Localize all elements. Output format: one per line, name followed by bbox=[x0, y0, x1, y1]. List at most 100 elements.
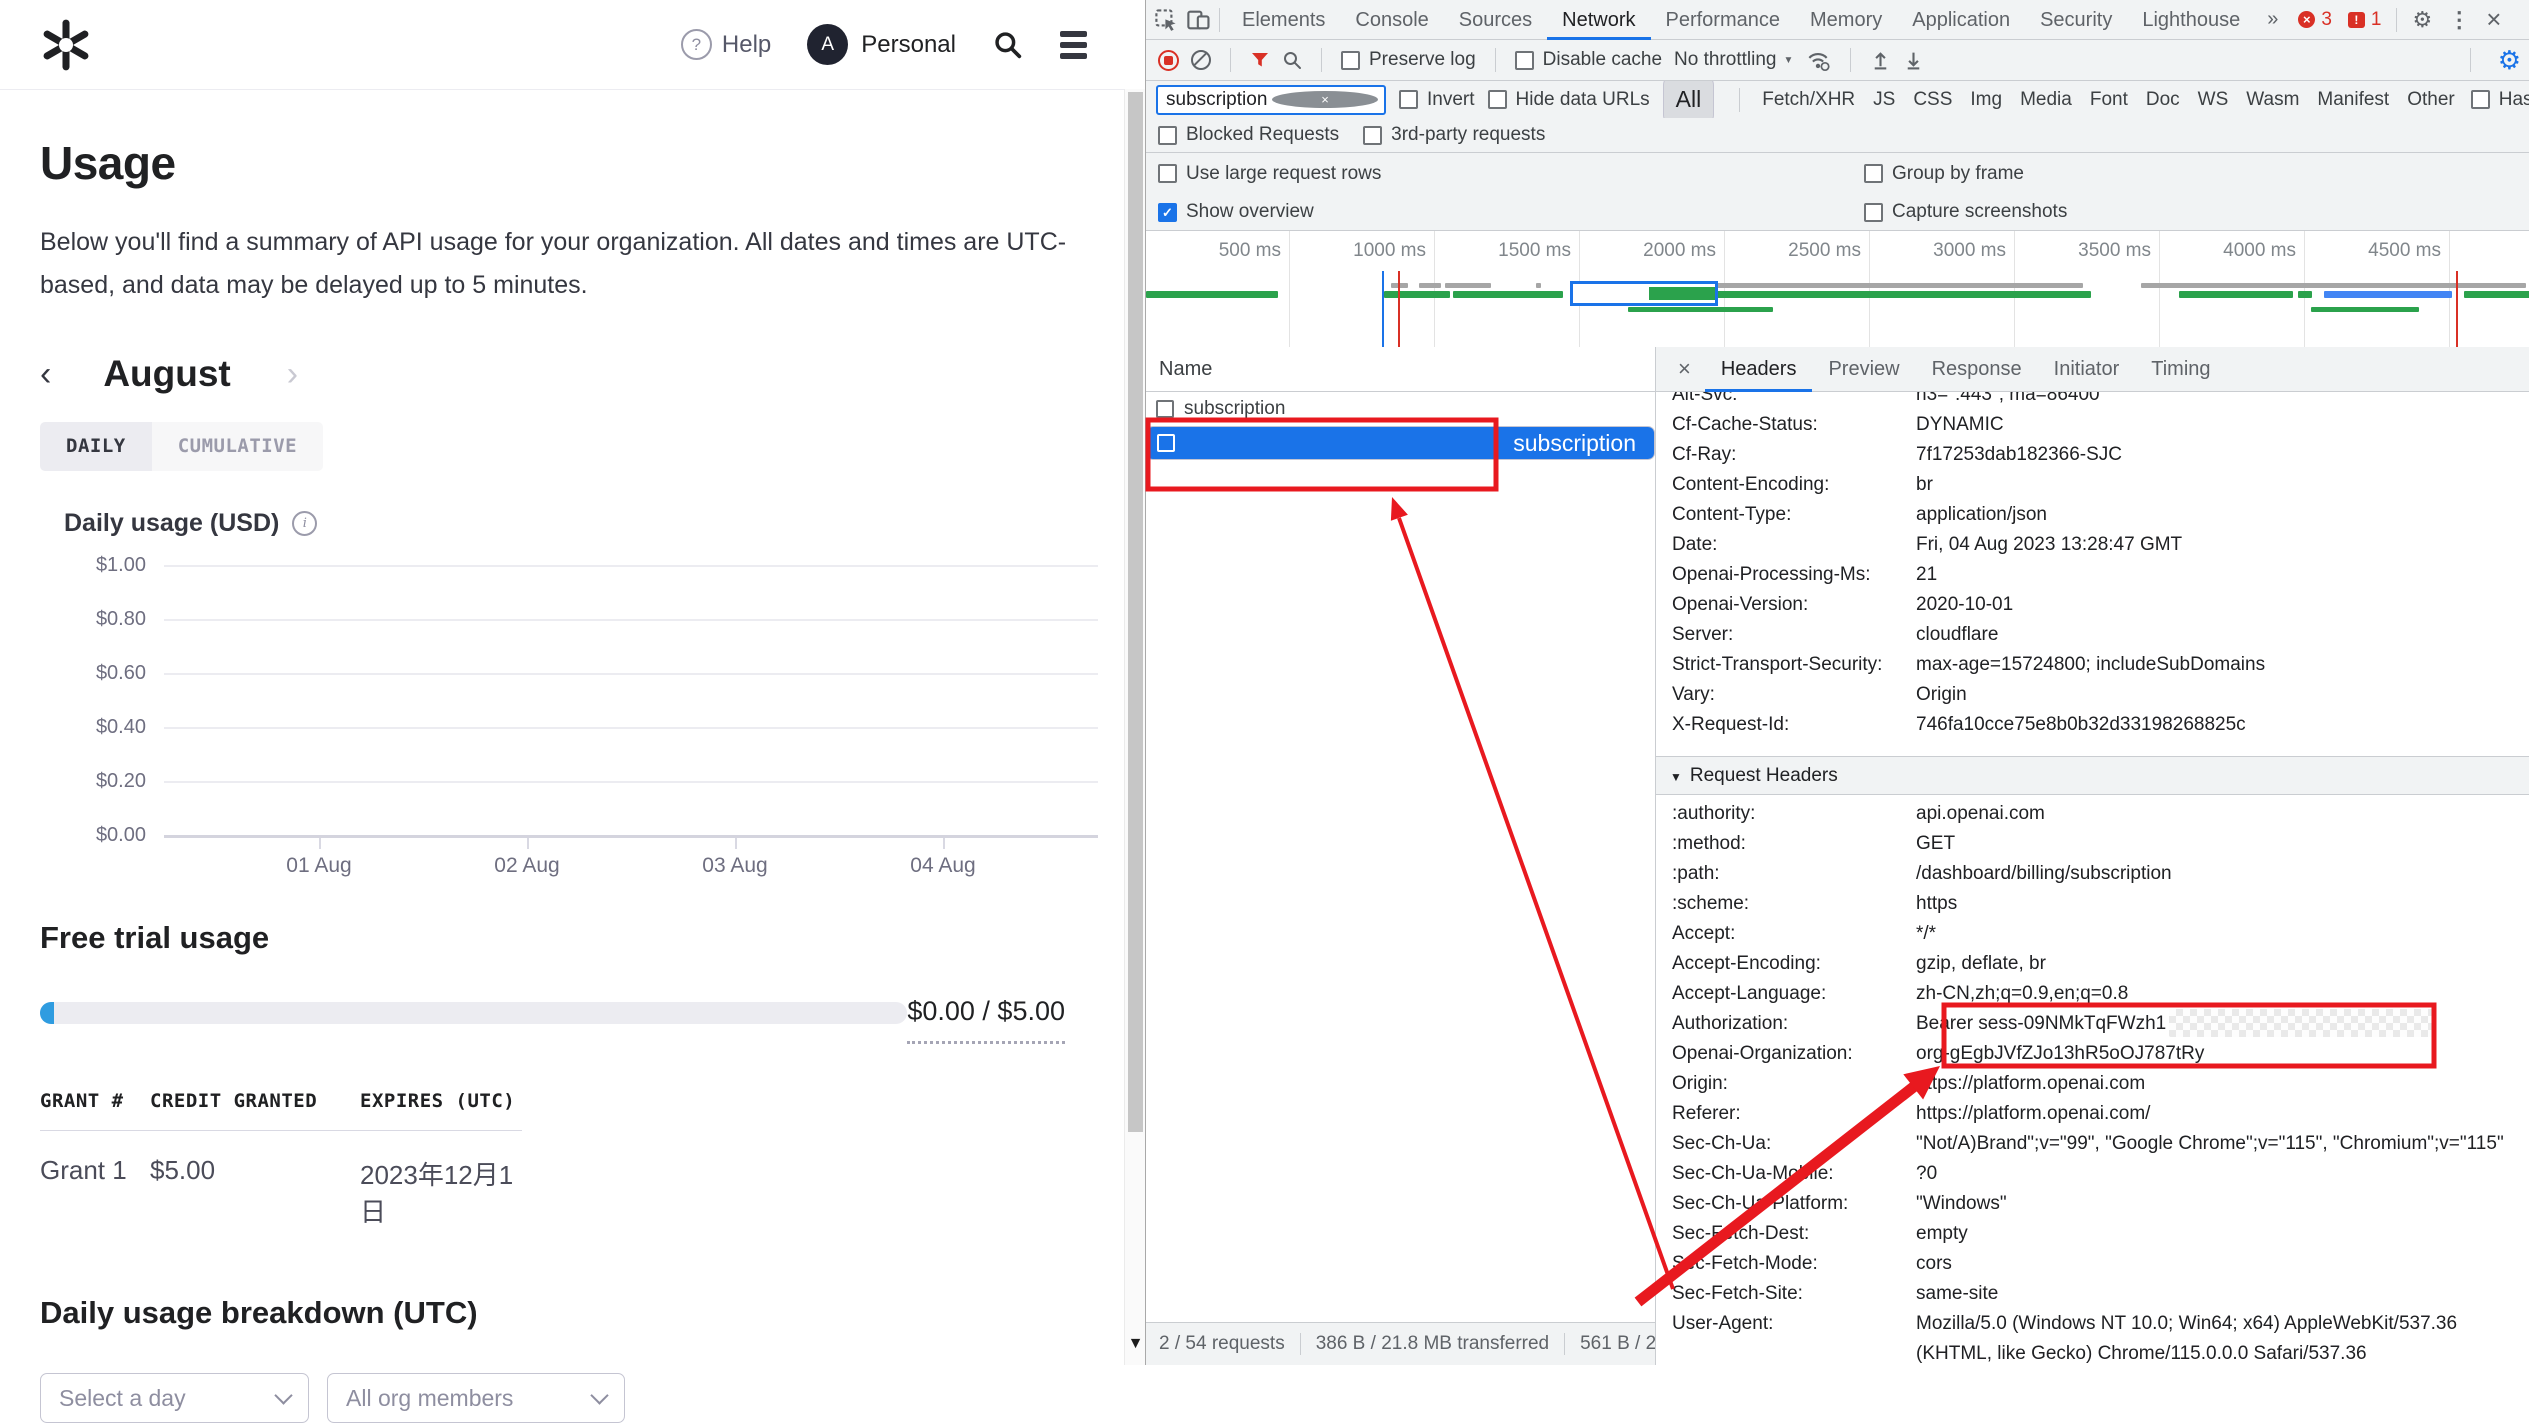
filter-type-manifest[interactable]: Manifest bbox=[2317, 89, 2389, 111]
checkbox[interactable] bbox=[1156, 400, 1174, 418]
checkbox[interactable] bbox=[1363, 126, 1382, 145]
inspect-icon[interactable] bbox=[1154, 8, 1178, 32]
request-row-subscription[interactable]: subscription bbox=[1146, 426, 1655, 460]
errors-badge[interactable]: × 3 bbox=[2298, 9, 2332, 31]
tab-cumulative[interactable]: CUMULATIVE bbox=[152, 422, 323, 471]
checkbox[interactable] bbox=[1158, 126, 1177, 145]
filter-type-other[interactable]: Other bbox=[2407, 89, 2455, 111]
header-value: Bearer sess-09NMkTqFWzh1 bbox=[1916, 1009, 2529, 1039]
filter-type-css[interactable]: CSS bbox=[1913, 89, 1952, 111]
filter-type-font[interactable]: Font bbox=[2090, 89, 2128, 111]
hide-data-urls-checkbox[interactable]: Hide data URLs bbox=[1488, 89, 1650, 111]
close-devtools-icon[interactable]: × bbox=[2478, 4, 2509, 35]
error-count: 3 bbox=[2321, 9, 2332, 31]
blocked-requests-checkbox[interactable]: Blocked Requests bbox=[1158, 124, 1339, 146]
devtools-tab-elements[interactable]: Elements bbox=[1227, 0, 1340, 40]
search-icon[interactable] bbox=[992, 29, 1024, 61]
preserve-log-checkbox[interactable]: Preserve log bbox=[1341, 49, 1476, 71]
group-by-frame-checkbox[interactable]: Group by frame bbox=[1864, 163, 2024, 185]
network-conditions-icon[interactable] bbox=[1805, 48, 1831, 72]
record-icon[interactable] bbox=[1158, 50, 1179, 71]
devtools-tab-performance[interactable]: Performance bbox=[1651, 0, 1796, 40]
filter-input[interactable]: subscription × bbox=[1156, 85, 1386, 115]
overview-options-row: ✓ Show overview Capture screenshots bbox=[1146, 194, 2529, 231]
openai-usage-page: ? Help A Personal Usage Below you'll fin… bbox=[0, 0, 1145, 1365]
request-row-subscription[interactable]: subscription bbox=[1146, 392, 1655, 426]
filter-type-fetchxhr[interactable]: Fetch/XHR bbox=[1762, 89, 1855, 111]
devtools-tab-network[interactable]: Network bbox=[1547, 0, 1650, 40]
checkbox[interactable] bbox=[1158, 164, 1177, 183]
third-party-checkbox[interactable]: 3rd-party requests bbox=[1363, 124, 1545, 146]
checkbox[interactable] bbox=[1488, 90, 1507, 109]
checkbox-checked[interactable]: ✓ bbox=[1158, 203, 1177, 222]
checkbox[interactable] bbox=[1864, 164, 1883, 183]
checkbox[interactable] bbox=[2471, 90, 2490, 109]
close-detail-icon[interactable]: × bbox=[1664, 356, 1705, 382]
detail-tab-timing[interactable]: Timing bbox=[2135, 347, 2226, 392]
filter-icon[interactable] bbox=[1250, 50, 1270, 70]
menu-icon[interactable] bbox=[1060, 31, 1087, 59]
devtools-tab-security[interactable]: Security bbox=[2025, 0, 2127, 40]
filter-type-all[interactable]: All bbox=[1663, 81, 1715, 118]
import-har-icon[interactable] bbox=[1870, 49, 1891, 71]
filter-type-ws[interactable]: WS bbox=[2198, 89, 2229, 111]
settings-icon[interactable]: ⚙ bbox=[2404, 7, 2440, 33]
device-toolbar-icon[interactable] bbox=[1186, 8, 1212, 32]
show-overview-checkbox[interactable]: ✓ Show overview bbox=[1158, 201, 1314, 223]
more-tabs-icon[interactable]: » bbox=[2255, 8, 2290, 31]
checkbox[interactable] bbox=[1864, 203, 1883, 222]
detail-tab-preview[interactable]: Preview bbox=[1812, 347, 1915, 392]
devtools-tab-memory[interactable]: Memory bbox=[1795, 0, 1897, 40]
checkbox[interactable] bbox=[1341, 51, 1360, 70]
clear-filter-icon[interactable]: × bbox=[1272, 91, 1378, 108]
detail-tab-response[interactable]: Response bbox=[1916, 347, 2038, 392]
filter-type-img[interactable]: Img bbox=[1970, 89, 2002, 111]
throttling-select[interactable]: No throttling ▼ bbox=[1674, 49, 1793, 71]
checkbox[interactable] bbox=[1515, 51, 1534, 70]
header-name: :authority: bbox=[1672, 799, 1916, 829]
devtools-tab-console[interactable]: Console bbox=[1340, 0, 1443, 40]
filter-type-wasm[interactable]: Wasm bbox=[2246, 89, 2299, 111]
filter-type-doc[interactable]: Doc bbox=[2146, 89, 2180, 111]
filter-value: subscription bbox=[1166, 89, 1272, 111]
large-rows-checkbox[interactable]: Use large request rows bbox=[1158, 163, 1381, 185]
info-icon[interactable]: i bbox=[292, 511, 317, 536]
members-select[interactable]: All org members bbox=[327, 1373, 625, 1423]
clear-icon[interactable] bbox=[1191, 50, 1211, 70]
more-options-icon[interactable]: ⋮ bbox=[2440, 7, 2478, 33]
day-select[interactable]: Select a day bbox=[40, 1373, 309, 1423]
detail-tab-headers[interactable]: Headers bbox=[1705, 347, 1813, 392]
account-menu[interactable]: A Personal bbox=[807, 24, 956, 65]
request-headers-section[interactable]: ▼Request Headers bbox=[1656, 756, 2529, 795]
page-scrollbar[interactable]: ▼ bbox=[1124, 89, 1146, 1365]
search-network-icon[interactable] bbox=[1282, 50, 1302, 70]
extension-gear-icon[interactable]: ⚙ bbox=[2490, 45, 2529, 76]
blocked-cookies-checkbox[interactable]: Has blocked cookies bbox=[2471, 89, 2529, 111]
invert-checkbox[interactable]: Invert bbox=[1399, 89, 1475, 111]
overview-selection-box[interactable] bbox=[1570, 281, 1718, 306]
devtools-tab-application[interactable]: Application bbox=[1897, 0, 2025, 40]
checkbox[interactable] bbox=[1399, 90, 1418, 109]
openai-logo[interactable] bbox=[40, 19, 92, 71]
next-month-icon[interactable]: › bbox=[287, 355, 298, 394]
disable-cache-checkbox[interactable]: Disable cache bbox=[1515, 49, 1662, 71]
devtools-tab-sources[interactable]: Sources bbox=[1444, 0, 1547, 40]
issues-badge[interactable]: ! 1 bbox=[2348, 9, 2382, 31]
name-column-header[interactable]: Name bbox=[1146, 347, 1655, 392]
export-har-icon[interactable] bbox=[1903, 49, 1924, 71]
network-overview-timeline[interactable]: 500 ms1000 ms1500 ms2000 ms2500 ms3000 m… bbox=[1146, 231, 2529, 349]
detail-tab-initiator[interactable]: Initiator bbox=[2038, 347, 2136, 392]
filter-type-js[interactable]: JS bbox=[1873, 89, 1895, 111]
filter-type-media[interactable]: Media bbox=[2020, 89, 2072, 111]
scroll-down-button[interactable]: ▼ bbox=[1125, 1322, 1146, 1365]
tab-daily[interactable]: DAILY bbox=[40, 422, 152, 471]
checkbox[interactable] bbox=[1157, 434, 1175, 452]
scrollbar-thumb[interactable] bbox=[1128, 92, 1143, 1132]
devtools-tab-lighthouse[interactable]: Lighthouse bbox=[2127, 0, 2255, 40]
header-value: https bbox=[1916, 889, 2529, 919]
timeline-tick-label: 3500 ms bbox=[2041, 240, 2151, 262]
help-button[interactable]: ? Help bbox=[681, 29, 771, 60]
issues-count: 1 bbox=[2371, 9, 2382, 31]
prev-month-icon[interactable]: ‹ bbox=[40, 355, 51, 394]
capture-screenshots-checkbox[interactable]: Capture screenshots bbox=[1864, 201, 2067, 223]
